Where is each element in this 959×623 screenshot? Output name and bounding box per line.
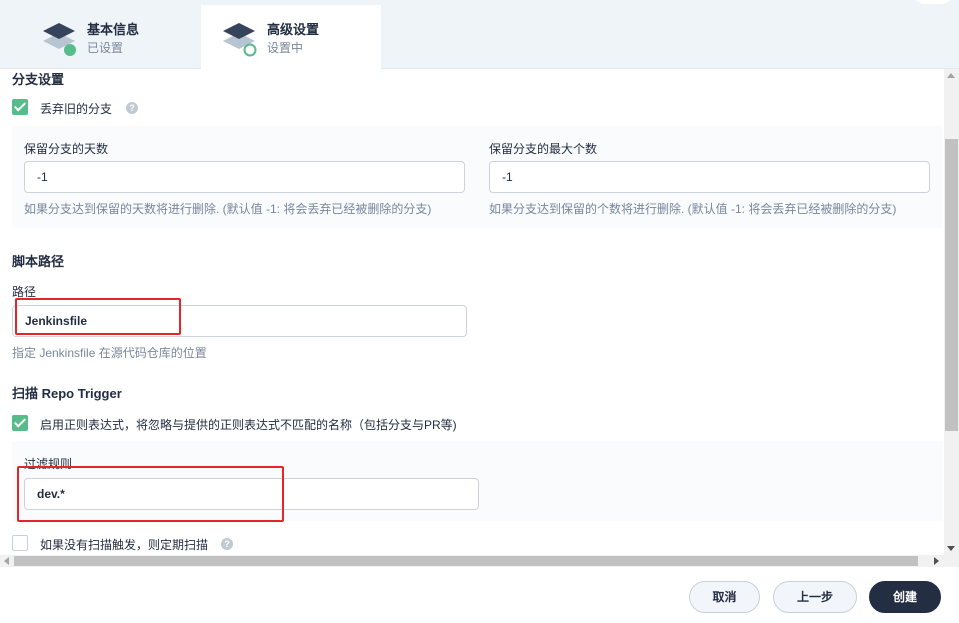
help-icon[interactable]: ? xyxy=(126,102,138,114)
footer: 取消 上一步 创建 xyxy=(0,567,959,623)
max-branches-label: 保留分支的最大个数 xyxy=(489,142,598,156)
days-to-keep-hint: 如果分支达到保留的天数将进行删除. (默认值 -1: 将会丢弃已经被删除的分支) xyxy=(24,202,432,216)
layers-progress-icon xyxy=(223,23,257,57)
scroll-up-icon[interactable] xyxy=(947,73,955,78)
periodic-scan-checkbox[interactable] xyxy=(12,535,28,551)
layers-done-icon xyxy=(43,23,76,56)
script-path-hint: 指定 Jenkinsfile 在源代码仓库的位置 xyxy=(12,346,207,360)
periodic-scan-label: 如果没有扫描触发，则定期扫描 xyxy=(40,538,209,552)
scroll-thumb[interactable] xyxy=(945,139,958,431)
step-advanced-settings[interactable]: 高级设置 设置中 xyxy=(201,5,381,69)
step-basic-info[interactable]: 基本信息 已设置 xyxy=(21,5,201,69)
branch-settings-title: 分支设置 xyxy=(12,72,65,87)
max-branches-hint: 如果分支达到保留的个数将进行删除. (默认值 -1: 将会丢弃已经被删除的分支) xyxy=(489,202,897,216)
step-status: 设置中 xyxy=(267,41,304,55)
script-path-title: 脚本路径 xyxy=(12,254,65,269)
advanced-settings-form: 分支设置 丢弃旧的分支 ? 保留分支的天数 -1 如果分支达到保留的天数将进行删… xyxy=(0,69,944,555)
days-to-keep-label: 保留分支的天数 xyxy=(24,142,109,156)
vertical-scrollbar[interactable] xyxy=(944,69,959,555)
horizontal-scrollbar[interactable] xyxy=(0,555,959,567)
days-to-keep-input[interactable]: -1 xyxy=(24,161,465,193)
scroll-left-icon[interactable] xyxy=(4,557,9,565)
scroll-down-icon[interactable] xyxy=(947,546,955,551)
max-branches-input[interactable]: -1 xyxy=(489,161,930,193)
step-status: 已设置 xyxy=(87,41,124,55)
discard-old-branches-checkbox[interactable] xyxy=(12,99,28,115)
highlight-box xyxy=(15,298,181,335)
enable-regex-checkbox[interactable] xyxy=(12,415,28,431)
enable-regex-label: 启用正则表达式，将忽略与提供的正则表达式不匹配的名称（包括分支与PR等) xyxy=(40,418,457,432)
create-button[interactable]: 创建 xyxy=(869,581,941,613)
step-title: 基本信息 xyxy=(87,22,140,37)
highlight-box xyxy=(17,466,284,522)
previous-button[interactable]: 上一步 xyxy=(773,581,857,613)
cancel-button[interactable]: 取消 xyxy=(689,581,760,613)
scroll-right-icon[interactable] xyxy=(934,557,939,565)
scroll-thumb[interactable] xyxy=(14,556,918,566)
discard-old-branches-label: 丢弃旧的分支 xyxy=(40,102,113,116)
step-title: 高级设置 xyxy=(267,22,320,37)
close-tab[interactable] xyxy=(913,0,953,4)
help-icon[interactable]: ? xyxy=(221,538,233,550)
scan-trigger-title: 扫描 Repo Trigger xyxy=(12,386,122,401)
wizard-steps: 基本信息 已设置 高级设置 设置中 xyxy=(0,0,959,69)
